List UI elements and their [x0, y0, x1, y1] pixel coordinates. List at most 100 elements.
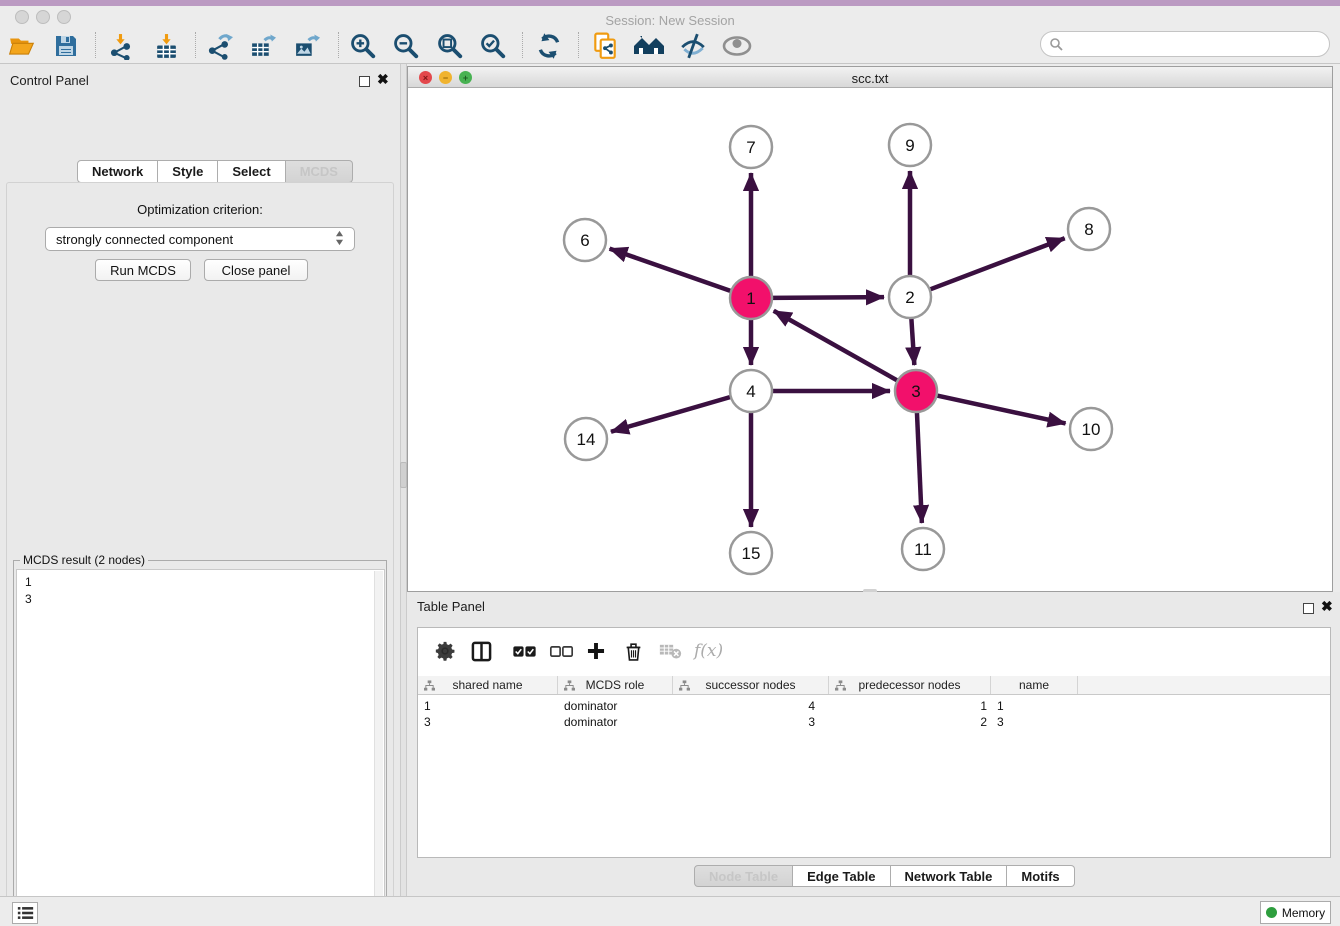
toolbar-separator [522, 32, 523, 58]
graph-node-6[interactable]: 6 [564, 219, 606, 261]
column-header-successor-nodes[interactable]: successor nodes [673, 676, 829, 694]
apply-layout-icon[interactable] [533, 30, 565, 62]
mcds-result-line: 3 [25, 591, 384, 608]
import-network-icon[interactable] [104, 30, 136, 62]
mcds-result-fieldset: MCDS result (2 nodes) 1 3 [13, 560, 387, 926]
graph-edge-2-3[interactable] [911, 318, 914, 365]
svg-text:15: 15 [742, 544, 761, 563]
scrollbar[interactable] [374, 571, 383, 926]
toolbar-separator [195, 32, 196, 58]
function-builder-icon[interactable]: f(x) [694, 636, 723, 666]
hierarchy-icon [424, 680, 435, 694]
toolbar-separator [578, 32, 579, 58]
task-history-button[interactable] [12, 902, 38, 924]
hide-selected-icon[interactable] [677, 30, 709, 62]
graph-node-15[interactable]: 15 [730, 532, 772, 574]
column-header-name[interactable]: name [991, 676, 1078, 694]
graph-node-1[interactable]: 1 [730, 277, 772, 319]
zoom-selected-icon[interactable] [477, 30, 509, 62]
memory-button[interactable]: Memory [1260, 901, 1331, 924]
control-panel-tabs: Network Style Select MCDS [77, 160, 353, 183]
close-panel-icon[interactable]: ✖ [1321, 601, 1333, 612]
network-graph: 7 9 6 8 1 2 4 3 14 10 15 11 [408, 88, 1332, 591]
show-all-icon[interactable] [721, 30, 753, 62]
splitter-handle[interactable] [400, 462, 407, 488]
graph-edge-1-2[interactable] [772, 297, 884, 298]
control-panel-title: Control Panel [10, 73, 89, 88]
svg-text:8: 8 [1084, 220, 1093, 239]
column-header-mcds-role[interactable]: MCDS role [558, 676, 673, 694]
mcds-result-text[interactable]: 1 3 [16, 569, 385, 926]
tab-select[interactable]: Select [218, 160, 285, 183]
table-row[interactable]: 3dominator 32 3 [418, 714, 1330, 730]
graph-node-8[interactable]: 8 [1068, 208, 1110, 250]
column-header-shared-name[interactable]: shared name [418, 676, 558, 694]
float-panel-icon[interactable] [359, 74, 370, 92]
split-view-icon[interactable] [471, 636, 492, 666]
new-network-from-selection-icon[interactable] [589, 30, 621, 62]
memory-status-icon [1266, 907, 1277, 918]
close-panel-icon[interactable]: ✖ [377, 74, 389, 85]
graph-node-7[interactable]: 7 [730, 126, 772, 168]
zoom-out-icon[interactable] [390, 30, 422, 62]
window-title: Session: New Session [0, 13, 1340, 28]
zoom-in-icon[interactable] [347, 30, 379, 62]
save-session-icon[interactable] [50, 30, 82, 62]
svg-text:1: 1 [746, 289, 755, 308]
export-table-icon[interactable] [246, 30, 278, 62]
svg-text:11: 11 [914, 540, 932, 559]
add-column-icon[interactable] [585, 636, 607, 666]
status-bar: Memory [0, 896, 1340, 926]
float-panel-icon[interactable] [1303, 601, 1314, 619]
tab-style[interactable]: Style [158, 160, 218, 183]
list-icon [17, 906, 34, 920]
graph-node-4[interactable]: 4 [730, 370, 772, 412]
optimization-criterion-value: strongly connected component [56, 232, 233, 247]
graph-edge-4-14[interactable] [611, 397, 731, 432]
graph-node-11[interactable]: 11 [902, 528, 944, 570]
close-panel-button[interactable]: Close panel [204, 259, 308, 281]
network-view-window: × − + scc.txt 7 9 6 8 1 2 4 3 14 10 15 11 [407, 66, 1333, 592]
zoom-fit-icon[interactable] [434, 30, 466, 62]
tab-mcds[interactable]: MCDS [286, 160, 353, 183]
graph-edge-3-1[interactable] [774, 311, 898, 381]
table-panel-title: Table Panel [417, 599, 485, 614]
graph-edge-1-6[interactable] [610, 249, 732, 291]
table-row[interactable]: 1dominator 41 1 [418, 698, 1330, 714]
tab-node-table[interactable]: Node Table [694, 865, 793, 887]
graph-edge-2-8[interactable] [930, 238, 1065, 289]
graph-node-10[interactable]: 10 [1070, 408, 1112, 450]
settings-icon[interactable] [434, 636, 456, 666]
home-icon[interactable] [633, 30, 665, 62]
deselect-all-columns-icon[interactable] [549, 636, 574, 666]
tab-edge-table[interactable]: Edge Table [793, 865, 890, 887]
delete-column-icon[interactable] [623, 636, 644, 666]
column-header-predecessor-nodes[interactable]: predecessor nodes [829, 676, 991, 694]
tab-network-table[interactable]: Network Table [891, 865, 1008, 887]
node-table: f(x) shared name MCDS role successor nod… [417, 627, 1331, 858]
graph-node-14[interactable]: 14 [565, 418, 607, 460]
graph-edge-3-10[interactable] [937, 395, 1066, 423]
export-image-icon[interactable] [290, 30, 322, 62]
optimization-criterion-select[interactable]: strongly connected component [45, 227, 355, 251]
svg-text:2: 2 [905, 288, 914, 307]
open-file-icon[interactable] [6, 30, 38, 62]
graph-edge-3-11[interactable] [917, 412, 922, 523]
hierarchy-icon [835, 680, 846, 694]
memory-label: Memory [1282, 906, 1325, 920]
graph-node-3[interactable]: 3 [895, 370, 937, 412]
run-mcds-button[interactable]: Run MCDS [95, 259, 191, 281]
graph-node-2[interactable]: 2 [889, 276, 931, 318]
delete-table-icon[interactable] [659, 636, 682, 666]
svg-text:10: 10 [1082, 420, 1101, 439]
network-canvas[interactable]: 7 9 6 8 1 2 4 3 14 10 15 11 [408, 88, 1332, 591]
table-panel: Table Panel ✖ f(x) shared name MCDS role… [407, 592, 1340, 896]
import-table-icon[interactable] [150, 30, 182, 62]
search-input[interactable] [1040, 31, 1330, 57]
tab-motifs[interactable]: Motifs [1007, 865, 1074, 887]
network-window-titlebar: × − + scc.txt [408, 67, 1332, 88]
export-network-icon[interactable] [203, 30, 235, 62]
select-all-columns-icon[interactable] [512, 636, 537, 666]
graph-node-9[interactable]: 9 [889, 124, 931, 166]
tab-network[interactable]: Network [77, 160, 158, 183]
